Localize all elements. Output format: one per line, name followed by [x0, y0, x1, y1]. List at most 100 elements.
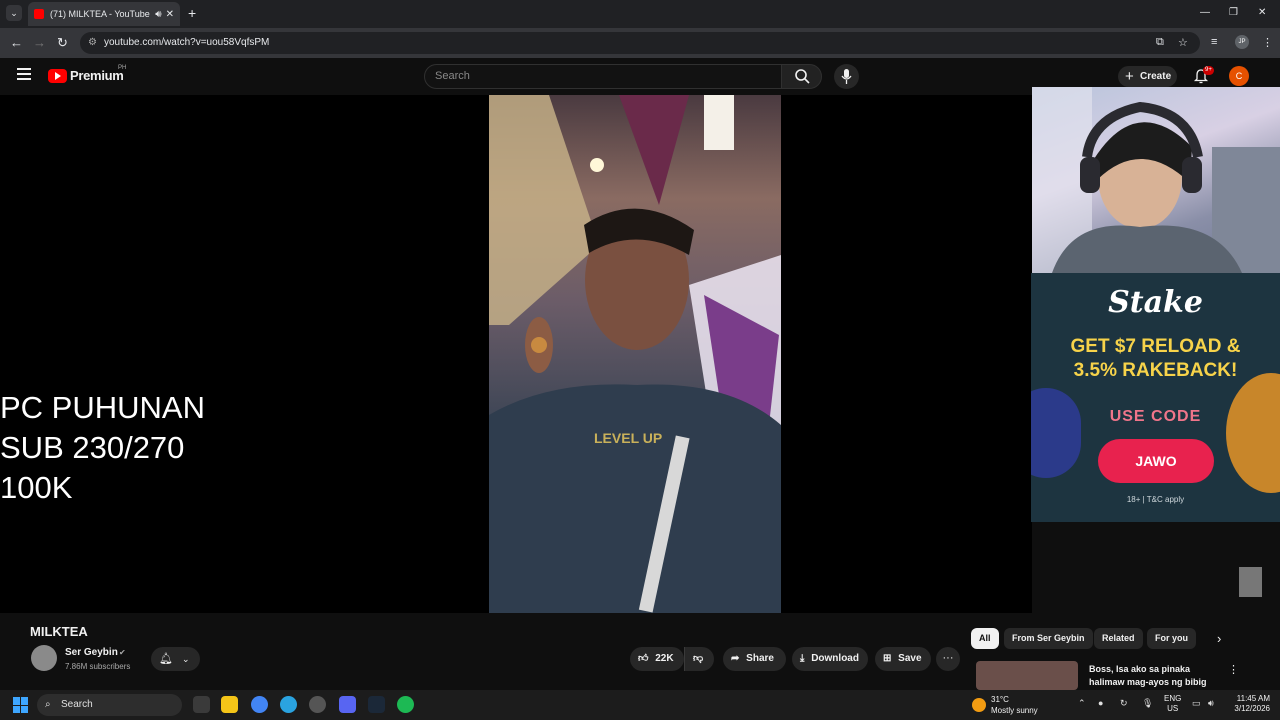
network-icon[interactable]: ▭ — [1192, 698, 1201, 709]
save-icon: ⊞ — [883, 653, 892, 664]
logo-text: Premium — [70, 68, 124, 83]
ad-headline: GET $7 RELOAD & 3.5% RAKEBACK! — [1031, 335, 1280, 383]
tray-sync-icon[interactable]: ↻ — [1120, 698, 1128, 709]
taskbar-search[interactable]: ⌕ Search — [37, 694, 182, 716]
subscription-notification-button[interactable]: 🔔︎ ⌄ — [151, 647, 200, 671]
notification-badge: 9+ — [1203, 66, 1214, 75]
bell-icon: 🔔︎ — [159, 653, 173, 665]
ad-ball-graphic — [1031, 388, 1081, 478]
overlay-line-2: SUB 230/270 — [0, 430, 185, 465]
channel-watermark[interactable] — [1239, 567, 1262, 597]
reading-list-icon[interactable]: ≡ — [1211, 36, 1217, 48]
browser-tab-youtube[interactable]: (71) MILKTEA - YouTube 🔊︎ ✕ — [28, 2, 180, 26]
video-details: MILKTEA Ser Geybin ✔ 7.86M subscribers 🔔… — [0, 613, 1280, 690]
discord-icon[interactable] — [339, 696, 356, 713]
thumbs-down-icon: 👎︎ — [693, 653, 704, 664]
reload-button[interactable]: ↻ — [57, 35, 68, 51]
download-button[interactable]: ⤓ Download — [792, 647, 868, 671]
like-button[interactable]: 👍︎ 22K — [630, 647, 684, 671]
download-icon: ⤓ — [800, 653, 805, 664]
youtube-premium-logo[interactable]: Premium PH — [48, 65, 126, 83]
browser-tab-strip: ⌄ (71) MILKTEA - YouTube 🔊︎ ✕ + — ❐ ✕ — [0, 0, 1280, 28]
new-tab-button[interactable]: + — [188, 5, 196, 21]
lang-line-2: US — [1167, 704, 1179, 713]
related-video-thumbnail[interactable] — [976, 661, 1078, 690]
spotify-icon[interactable] — [397, 696, 414, 713]
file-explorer-icon[interactable] — [221, 696, 238, 713]
save-label: Save — [898, 653, 922, 664]
profile-avatar[interactable]: JP — [1235, 35, 1249, 49]
related-video-title[interactable]: Boss, Isa ako sa pinaka halimaw mag-ayos… — [1089, 663, 1219, 689]
close-window-button[interactable]: ✕ — [1258, 7, 1266, 18]
search-icon — [795, 69, 810, 84]
video-title: MILKTEA — [30, 624, 88, 639]
hamburger-menu-icon[interactable] — [17, 68, 31, 80]
browser-menu-icon[interactable]: ⋮ — [1262, 36, 1273, 49]
share-button[interactable]: ➦ Share — [723, 647, 786, 671]
related-more-icon[interactable]: ⋮ — [1228, 663, 1239, 676]
channel-avatar[interactable] — [31, 645, 57, 671]
clock-date: 3/12/2026 — [1234, 704, 1270, 713]
task-view-icon[interactable] — [193, 696, 210, 713]
weather-temp: 31°C — [991, 695, 1009, 704]
install-app-icon[interactable]: ⧉ — [1156, 36, 1164, 49]
chevron-right-icon[interactable]: › — [1217, 631, 1221, 646]
obs-icon[interactable] — [309, 696, 326, 713]
input-language[interactable]: ENG US — [1164, 694, 1181, 714]
ad-fine-print: 18+ | T&C apply — [1126, 495, 1185, 504]
chip-all[interactable]: All — [971, 628, 999, 649]
save-button[interactable]: ⊞ Save — [875, 647, 931, 671]
close-tab-icon[interactable]: ✕ — [166, 9, 174, 20]
download-label: Download — [811, 653, 859, 664]
video-frame[interactable]: LEVEL UP — [489, 95, 781, 613]
chip-for-you[interactable]: For you — [1147, 628, 1196, 649]
search-icon: ⌕ — [45, 699, 51, 710]
tab-search-button[interactable]: ⌄ — [6, 5, 22, 21]
windows-start-icon[interactable] — [13, 697, 29, 713]
search-input[interactable]: Search — [424, 64, 782, 89]
chevron-up-icon[interactable]: ⌃ — [1078, 698, 1086, 709]
restore-window-button[interactable]: ❐ — [1229, 7, 1238, 18]
address-bar[interactable]: ⚙ youtube.com/watch?v=uou58VqfsPM — [80, 32, 1200, 54]
shirt-text: LEVEL UP — [594, 430, 662, 446]
youtube-favicon-icon — [34, 9, 44, 19]
ad-code-label: USE CODE — [1109, 408, 1202, 425]
minimize-window-button[interactable]: — — [1200, 7, 1210, 18]
system-clock[interactable]: 11:45 AM 3/12/2026 — [1228, 694, 1270, 714]
site-info-icon[interactable]: ⚙ — [88, 32, 97, 54]
more-actions-button[interactable]: ··· — [936, 647, 960, 671]
dislike-button[interactable]: 👎︎ — [684, 647, 714, 671]
tray-app-icon[interactable]: ● — [1098, 698, 1103, 708]
weather-condition: Mostly sunny — [991, 706, 1038, 715]
browser-toolbar: ← → ↻ ⚙ youtube.com/watch?v=uou58VqfsPM … — [0, 28, 1280, 58]
taskbar-search-label: Search — [61, 699, 93, 710]
url-text: youtube.com/watch?v=uou58VqfsPM — [104, 37, 270, 48]
thumbs-up-icon: 👍︎ — [638, 653, 649, 664]
back-button[interactable]: ← — [10, 35, 23, 50]
voice-search-button[interactable] — [834, 64, 859, 89]
telegram-icon[interactable] — [280, 696, 297, 713]
sun-icon — [972, 698, 986, 712]
search-button[interactable] — [781, 64, 822, 89]
steam-icon[interactable] — [368, 696, 385, 713]
chip-from-channel[interactable]: From Ser Geybin — [1004, 628, 1093, 649]
create-button[interactable]: + Create — [1118, 66, 1177, 87]
verified-badge-icon: ✔ — [119, 648, 126, 657]
chip-related[interactable]: Related — [1094, 628, 1143, 649]
related-title-line-1: Boss, Isa ako sa pinaka — [1089, 664, 1191, 674]
chrome-icon[interactable] — [251, 696, 268, 713]
forward-button[interactable]: → — [33, 35, 46, 50]
streamer-webcam — [1032, 87, 1280, 273]
sponsor-ad-banner: Stake GET $7 RELOAD & 3.5% RAKEBACK! USE… — [1031, 273, 1280, 522]
youtube-play-icon — [48, 68, 67, 83]
user-avatar[interactable]: C — [1229, 66, 1249, 86]
plus-icon: + — [1125, 68, 1134, 85]
channel-name[interactable]: Ser Geybin — [65, 647, 118, 658]
bookmark-star-icon[interactable]: ☆ — [1178, 36, 1188, 49]
volume-icon[interactable]: 🔊︎ — [1208, 698, 1214, 709]
related-title-line-2: halimaw mag-ayos ng bibig — [1089, 677, 1207, 687]
speaker-icon[interactable]: 🔊︎ — [155, 9, 161, 20]
microphone-icon[interactable]: 🎙︎ — [1142, 698, 1153, 709]
ad-code-button: JAWO — [1098, 439, 1214, 483]
like-count: 22K — [655, 653, 674, 664]
